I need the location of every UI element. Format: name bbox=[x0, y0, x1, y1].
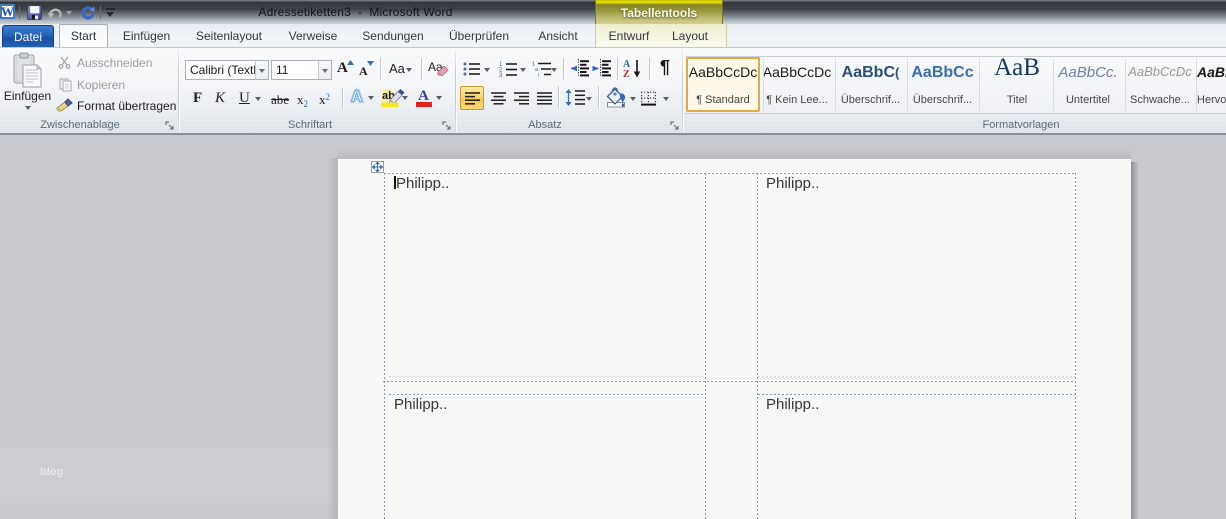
svg-text:3: 3 bbox=[499, 73, 503, 77]
svg-text:Z: Z bbox=[623, 69, 630, 78]
svg-text:A: A bbox=[351, 89, 363, 105]
svg-text:i: i bbox=[538, 73, 539, 78]
